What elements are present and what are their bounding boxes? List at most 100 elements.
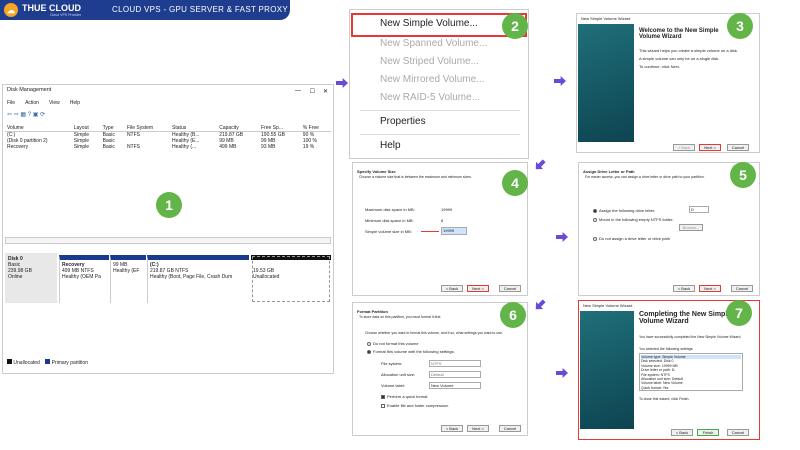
radio-no-letter[interactable]: Do not assign a drive letter or drive pa…: [593, 236, 670, 241]
cancel-button[interactable]: Cancel: [731, 285, 753, 292]
volume-size-input[interactable]: 19999: [441, 227, 467, 235]
horizontal-scrollbar[interactable]: [5, 237, 331, 244]
cell: Basic: [102, 144, 115, 150]
arrow-icon: [554, 76, 566, 86]
radio-label: Mount in the following empty NTFS folder…: [599, 217, 674, 222]
cancel-button[interactable]: Cancel: [727, 144, 749, 151]
wizard-heading: Assign Drive Letter or Path: [583, 169, 635, 174]
quick-format-checkbox[interactable]: Perform a quick format: [381, 394, 427, 399]
max-size-value: 19999: [441, 207, 453, 212]
cell: Recovery: [7, 144, 29, 150]
forward-icon[interactable]: ⇨: [14, 112, 19, 118]
minimize-icon[interactable]: —: [295, 88, 301, 94]
help-icon[interactable]: ?: [28, 112, 31, 118]
back-button[interactable]: < Back: [441, 285, 463, 292]
next-button[interactable]: Next >: [467, 425, 489, 432]
partition-status: Healthy (OEM Pa: [62, 274, 101, 280]
step-badge-2: 2: [502, 13, 528, 39]
au-select[interactable]: Default: [429, 371, 481, 378]
menu-properties[interactable]: Properties: [380, 116, 426, 127]
browse-button[interactable]: Browse...: [679, 224, 703, 231]
partition-efi[interactable]: 99 MB Healthy (EF: [110, 255, 146, 303]
format-intro: Choose whether you want to format this v…: [365, 331, 503, 335]
cell: Healthy (...: [172, 144, 197, 150]
toolbar: ⇦ ⇨ ▦ ? ▣ ⟳: [7, 111, 45, 118]
radio-label: Assign the following drive letter:: [599, 208, 656, 213]
menu-new-striped-volume[interactable]: New Striped Volume...: [380, 56, 479, 67]
cell: 93 MB: [261, 144, 276, 150]
cancel-button[interactable]: Cancel: [499, 285, 521, 292]
drive-letter-select[interactable]: D: [689, 206, 709, 213]
radio-selected-icon: [593, 208, 597, 213]
partition-recovery[interactable]: Recovery 499 MB NTFS Healthy (OEM Pa: [59, 255, 109, 303]
context-menu: New Simple Volume... New Spanned Volume.…: [349, 9, 529, 159]
fs-select[interactable]: NTFS: [429, 360, 481, 367]
back-button[interactable]: < Back: [673, 285, 695, 292]
back-button[interactable]: < Back: [673, 144, 695, 151]
arrow-icon: [556, 368, 568, 378]
partition-unallocated[interactable]: 19.53 GB Unallocated: [251, 255, 331, 303]
arrow-icon: [421, 231, 439, 232]
compression-checkbox[interactable]: Enable file and folder compression: [381, 403, 448, 408]
back-icon[interactable]: ⇦: [7, 112, 12, 118]
brand-logo-icon: ☁: [4, 3, 18, 17]
wizard-text: To close this wizard, click Finish.: [639, 397, 690, 401]
min-size-label: Minimum disk space in MB:: [365, 218, 414, 223]
maximize-icon[interactable]: ☐: [310, 88, 315, 95]
menu-new-spanned-volume[interactable]: New Spanned Volume...: [380, 38, 487, 49]
vl-label: Volume label:: [381, 383, 406, 388]
wizard-text: To continue, click Next.: [639, 64, 680, 69]
brand-name: THUE CLOUD: [22, 3, 81, 13]
step-badge-4: 4: [502, 170, 528, 196]
cell: Simple: [73, 144, 90, 150]
fs-label: File system:: [381, 361, 403, 366]
menu-action[interactable]: Action: [25, 100, 39, 106]
radio-icon: [593, 217, 597, 222]
arrow-icon: [336, 78, 348, 88]
next-button[interactable]: Next >: [699, 144, 721, 151]
grid-icon[interactable]: ▦: [20, 112, 26, 118]
partition-c[interactable]: (C:) 219.87 GB NTFS Healthy (Boot, Page Fi…: [147, 255, 249, 303]
step-badge-5: 5: [730, 162, 756, 188]
menu-help[interactable]: Help: [380, 140, 401, 151]
properties-icon[interactable]: ▣: [33, 112, 39, 118]
radio-no-format[interactable]: Do not format this volume: [367, 341, 419, 346]
step-badge-6: 6: [500, 302, 526, 328]
checkbox-icon: [381, 403, 385, 408]
finish-button[interactable]: Finish: [697, 429, 719, 436]
vl-input[interactable]: New Volume: [429, 382, 481, 389]
table-row[interactable]: Recovery Simple Basic NTFS Healthy (... 499 M…: [5, 144, 331, 150]
menu-new-simple-volume[interactable]: New Simple Volume...: [380, 18, 478, 29]
settings-list[interactable]: Volume type: Simple Volume Disk selected…: [639, 353, 743, 391]
back-button[interactable]: < Back: [671, 429, 693, 436]
radio-format[interactable]: Format this volume with the following se…: [367, 349, 455, 354]
wizard-text: A simple volume can only be on a single …: [639, 56, 720, 61]
cancel-button[interactable]: Cancel: [499, 425, 521, 432]
back-button[interactable]: < Back: [441, 425, 463, 432]
close-icon[interactable]: ✕: [323, 88, 328, 95]
menu-new-raid5-volume[interactable]: New RAID-5 Volume...: [380, 92, 480, 103]
step-badge-1: 1: [156, 192, 182, 218]
wizard-subtitle: To store data on this partition, you mus…: [359, 315, 442, 319]
menu-help[interactable]: Help: [70, 100, 80, 106]
step-badge-3: 3: [727, 13, 753, 39]
menu-new-mirrored-volume[interactable]: New Mirrored Volume...: [380, 74, 484, 85]
wizard-subtitle: Choose a volume size that is between the…: [359, 175, 472, 179]
wizard-text: You selected the following settings:: [639, 347, 694, 351]
volume-size-label: Simple volume size in MB:: [365, 229, 412, 234]
checkbox-label: Perform a quick format: [387, 394, 428, 399]
next-button[interactable]: Next >: [699, 285, 721, 292]
radio-mount-folder[interactable]: Mount in the following empty NTFS folder…: [593, 217, 673, 222]
arrow-icon: [532, 157, 548, 173]
menu-divider: [360, 134, 520, 135]
radio-icon: [367, 341, 371, 346]
cancel-button[interactable]: Cancel: [727, 429, 749, 436]
wizard-banner-image: [580, 311, 634, 429]
menu-view[interactable]: View: [49, 100, 60, 106]
menu-file[interactable]: File: [7, 100, 15, 106]
refresh-icon[interactable]: ⟳: [40, 112, 45, 118]
radio-assign-letter[interactable]: Assign the following drive letter:: [593, 208, 655, 213]
disk-management-window: Disk Management — ☐ ✕ File Action View H…: [2, 84, 334, 374]
next-button[interactable]: Next >: [467, 285, 489, 292]
arrow-icon: [532, 297, 548, 313]
